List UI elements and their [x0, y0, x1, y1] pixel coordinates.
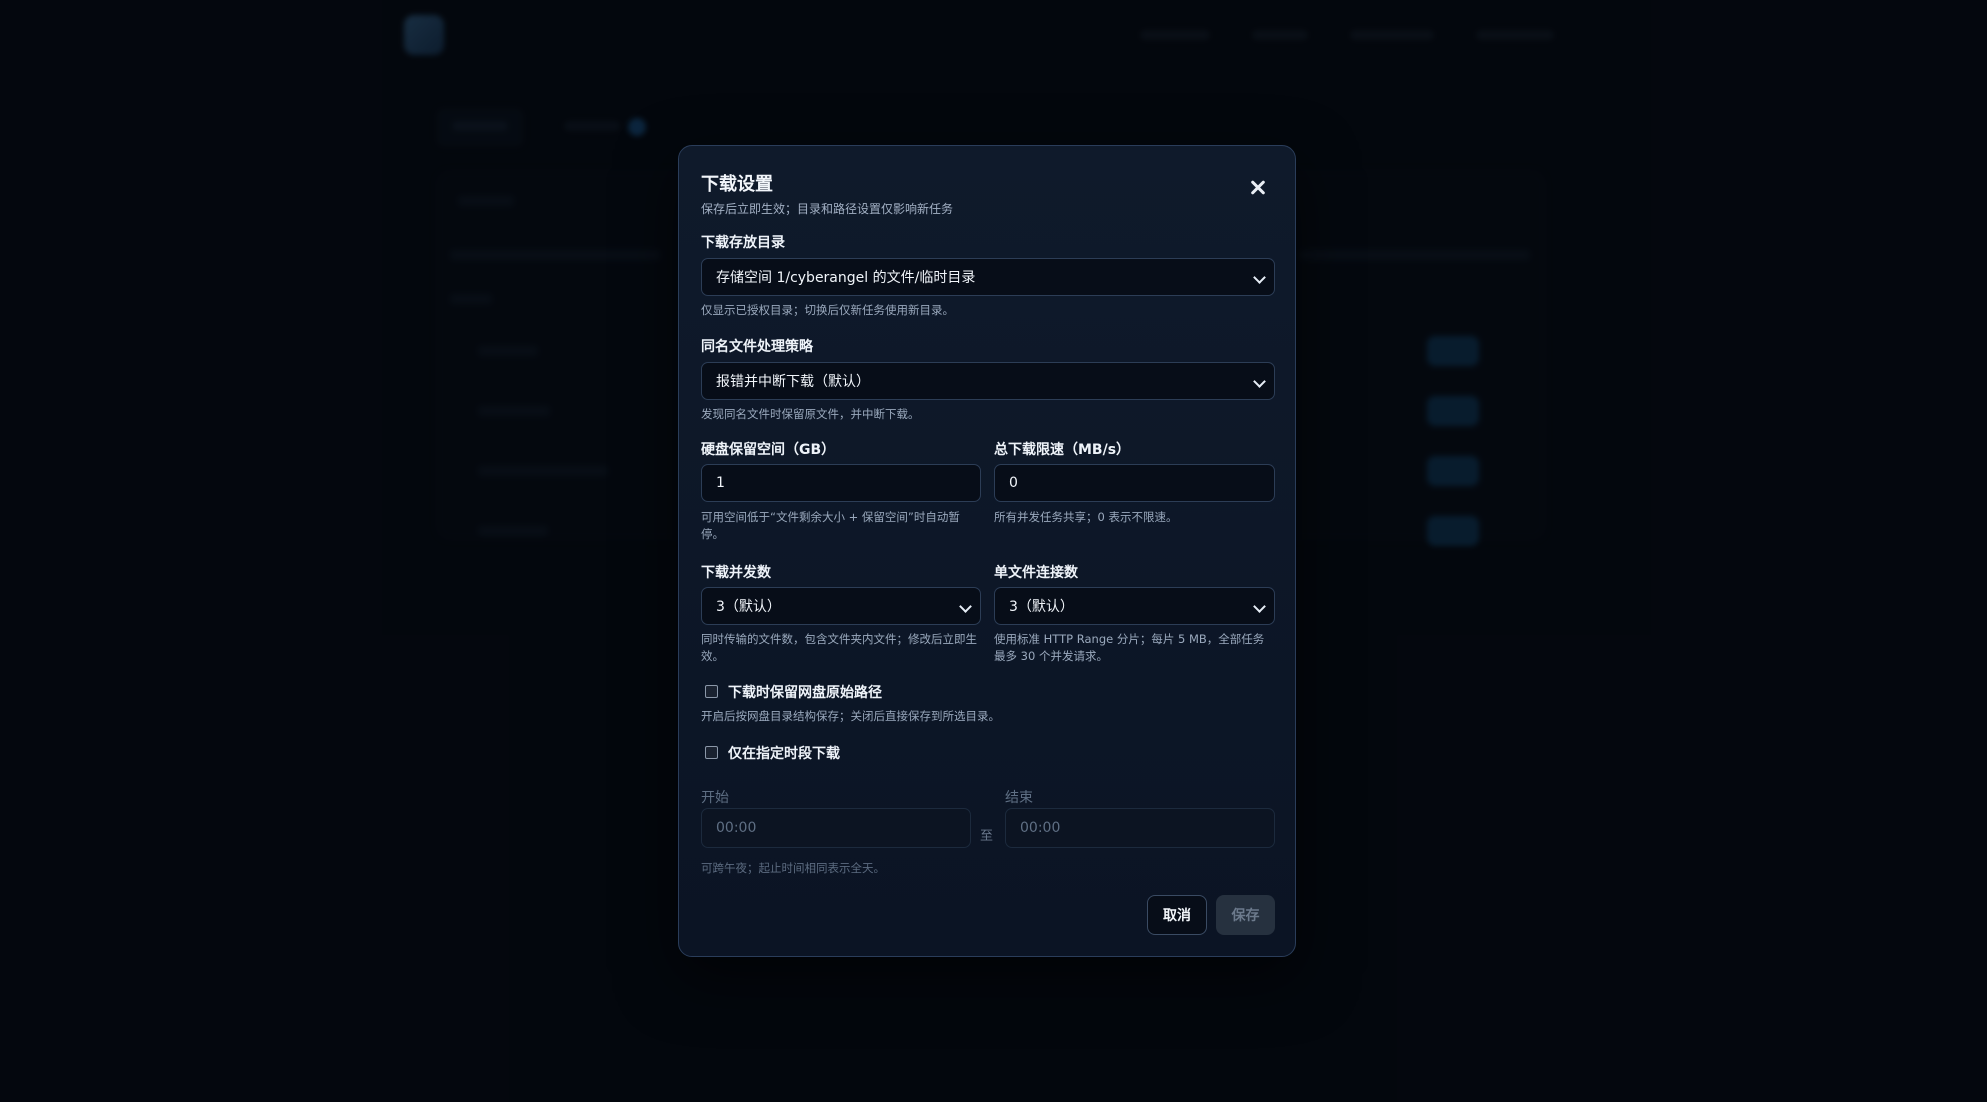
directory-select[interactable]: 存储空间 1/cyberangel 的文件/临时目录 — [701, 258, 1275, 296]
connections-label: 单文件连接数 — [994, 565, 1078, 581]
schedule-to-text: 至 — [980, 829, 994, 844]
keep-path-checkbox[interactable] — [705, 685, 718, 698]
connections-hint: 使用标准 HTTP Range 分片；每片 5 MB，全部任务最多 30 个并发… — [994, 632, 1265, 663]
speed-hint: 所有并发任务共享；0 表示不限速。 — [994, 510, 1178, 524]
directory-label: 下载存放目录 — [701, 235, 785, 251]
keep-path-hint: 开启后按网盘目录结构保存；关闭后直接保存到所选目录。 — [701, 709, 1000, 723]
schedule-end-value: 00:00 — [1020, 820, 1061, 836]
chevron-down-icon — [1253, 375, 1266, 388]
directory-hint: 仅显示已授权目录；切换后仅新任务使用新目录。 — [701, 303, 954, 317]
keep-path-label[interactable]: 下载时保留网盘原始路径 — [728, 682, 882, 702]
reserve-label: 硬盘保留空间（GB） — [701, 442, 836, 458]
download-settings-dialog: 下载设置 保存后立即生效；目录和路径设置仅影响新任务 下载存放目录 存储空间 1… — [678, 145, 1296, 957]
schedule-label[interactable]: 仅在指定时段下载 — [728, 743, 840, 763]
chevron-down-icon — [1253, 600, 1266, 613]
save-button[interactable]: 保存 — [1216, 895, 1275, 935]
cancel-button[interactable]: 取消 — [1147, 895, 1207, 935]
concurrency-label: 下载并发数 — [701, 565, 771, 581]
concurrency-select[interactable]: 3（默认） — [701, 587, 981, 625]
schedule-end-label: 结束 — [1005, 790, 1033, 806]
close-icon[interactable] — [1247, 176, 1269, 198]
reserve-hint: 可用空间低于“文件剩余大小 + 保留空间”时自动暂停。 — [701, 510, 960, 541]
chevron-down-icon — [1253, 271, 1266, 284]
conflict-label: 同名文件处理策略 — [701, 339, 813, 355]
directory-select-value: 存储空间 1/cyberangel 的文件/临时目录 — [716, 270, 976, 286]
schedule-start-value: 00:00 — [716, 820, 757, 836]
schedule-start-input[interactable]: 00:00 — [701, 808, 971, 848]
concurrency-hint: 同时传输的文件数，包含文件夹内文件；修改后立即生效。 — [701, 632, 977, 663]
dialog-subtitle: 保存后立即生效；目录和路径设置仅影响新任务 — [701, 202, 954, 216]
schedule-start-label: 开始 — [701, 790, 729, 806]
reserve-input[interactable]: 1 — [701, 464, 981, 502]
connections-select[interactable]: 3（默认） — [994, 587, 1275, 625]
dialog-title: 下载设置 — [701, 174, 773, 195]
speed-input-value: 0 — [1009, 475, 1018, 491]
chevron-down-icon — [959, 600, 972, 613]
schedule-checkbox[interactable] — [705, 746, 718, 759]
concurrency-select-value: 3（默认） — [716, 599, 781, 615]
schedule-end-input[interactable]: 00:00 — [1005, 808, 1275, 848]
speed-label: 总下载限速（MB/s） — [994, 442, 1131, 458]
conflict-hint: 发现同名文件时保留原文件，并中断下载。 — [701, 407, 920, 421]
schedule-hint: 可跨午夜；起止时间相同表示全天。 — [701, 861, 885, 875]
reserve-input-value: 1 — [716, 475, 725, 491]
conflict-select-value: 报错并中断下载（默认） — [716, 374, 870, 390]
speed-input[interactable]: 0 — [994, 464, 1275, 502]
conflict-select[interactable]: 报错并中断下载（默认） — [701, 362, 1275, 400]
connections-select-value: 3（默认） — [1009, 599, 1074, 615]
